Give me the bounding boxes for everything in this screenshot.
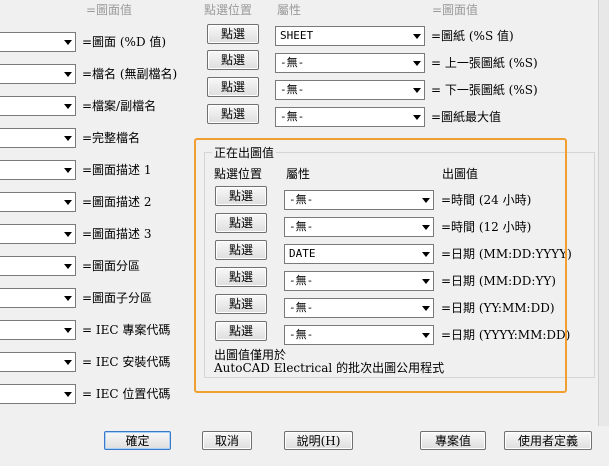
next-sheet-attr-dropdown[interactable]: -無- (275, 80, 425, 100)
left-attr-label-8: =圖面分區 (82, 259, 141, 273)
chevron-down-icon (64, 136, 72, 141)
prev-sheet-label: = 上一張圖紙 (%S) (431, 56, 538, 70)
pick-button-max-sheet[interactable]: 點選 (207, 104, 259, 124)
left-attr-dropdown-9[interactable] (0, 288, 76, 308)
left-attr-dropdown-7[interactable] (0, 224, 76, 244)
left-attr-label-1: =圖面 (%D 值) (82, 35, 167, 49)
pick-button-prev-sheet[interactable]: 點選 (207, 50, 259, 70)
left-attr-label-12: = IEC 位置代碼 (82, 387, 171, 401)
left-attr-label-11: = IEC 安裝代碼 (82, 355, 171, 369)
prev-sheet-attr-value: -無- (280, 56, 305, 69)
max-sheet-attr-dropdown[interactable]: -無- (275, 107, 425, 127)
chevron-down-icon (64, 40, 72, 45)
max-sheet-attr-value: -無- (280, 110, 305, 123)
left-attr-label-5: =圖面描述 1 (82, 163, 152, 177)
highlight-frame (194, 138, 567, 393)
left-attr-label-7: =圖面描述 3 (82, 227, 152, 241)
chevron-down-icon (64, 72, 72, 77)
vertical-scrollbar[interactable] (598, 0, 609, 426)
header-attribute: 屬性 (277, 3, 302, 17)
left-attr-dropdown-12[interactable] (0, 384, 76, 404)
dialog-footer: 確定 取消 說明(H) 專案值 使用者定義 (0, 426, 609, 466)
chevron-down-icon (64, 168, 72, 173)
header-select-position: 點選位置 (204, 3, 253, 17)
pick-button-next-sheet[interactable]: 點選 (207, 77, 259, 97)
sheet-attr-value: SHEET (280, 29, 314, 42)
left-attr-label-10: = IEC 專案代碼 (82, 323, 171, 337)
pick-button-sheet[interactable]: 點選 (207, 24, 259, 44)
chevron-down-icon (413, 34, 421, 39)
chevron-down-icon (64, 296, 72, 301)
left-attr-dropdown-1[interactable] (0, 32, 76, 52)
chevron-down-icon (413, 88, 421, 93)
sheet-label: =圖紙 (%S 值) (431, 29, 514, 43)
project-values-button[interactable]: 專案值 (420, 431, 486, 450)
prev-sheet-attr-dropdown[interactable]: -無- (275, 53, 425, 73)
ok-button[interactable]: 確定 (104, 431, 171, 450)
left-attr-label-6: =圖面描述 2 (82, 195, 152, 209)
left-attr-label-9: =圖面子分區 (82, 291, 153, 305)
left-attr-dropdown-2[interactable] (0, 64, 76, 84)
header-drawing-value-right: =圖面值 (432, 3, 479, 17)
chevron-down-icon (64, 360, 72, 365)
next-sheet-label: = 下一張圖紙 (%S) (431, 83, 538, 97)
chevron-down-icon (64, 392, 72, 397)
chevron-down-icon (64, 328, 72, 333)
left-attr-dropdown-6[interactable] (0, 192, 76, 212)
chevron-down-icon (64, 264, 72, 269)
left-attr-label-3: =檔案/副檔名 (82, 99, 157, 113)
left-attr-dropdown-8[interactable] (0, 256, 76, 276)
user-defined-button[interactable]: 使用者定義 (504, 431, 592, 450)
left-attr-dropdown-5[interactable] (0, 160, 76, 180)
chevron-down-icon (64, 232, 72, 237)
header-drawing-value-left: =圖面值 (86, 3, 133, 17)
left-attr-dropdown-4[interactable] (0, 128, 76, 148)
left-attr-label-4: =完整檔名 (82, 131, 141, 145)
help-button[interactable]: 說明(H) (284, 431, 353, 450)
chevron-down-icon (413, 61, 421, 66)
max-sheet-label: =圖紙最大值 (431, 110, 502, 124)
left-attr-dropdown-11[interactable] (0, 352, 76, 372)
chevron-down-icon (64, 200, 72, 205)
sheet-attr-dropdown[interactable]: SHEET (275, 26, 425, 46)
chevron-down-icon (64, 104, 72, 109)
next-sheet-attr-value: -無- (280, 83, 305, 96)
chevron-down-icon (413, 115, 421, 120)
left-attr-label-2: =檔名 (無副檔名) (82, 67, 178, 81)
left-attr-dropdown-3[interactable] (0, 96, 76, 116)
left-attr-dropdown-10[interactable] (0, 320, 76, 340)
cancel-button[interactable]: 取消 (202, 431, 252, 450)
